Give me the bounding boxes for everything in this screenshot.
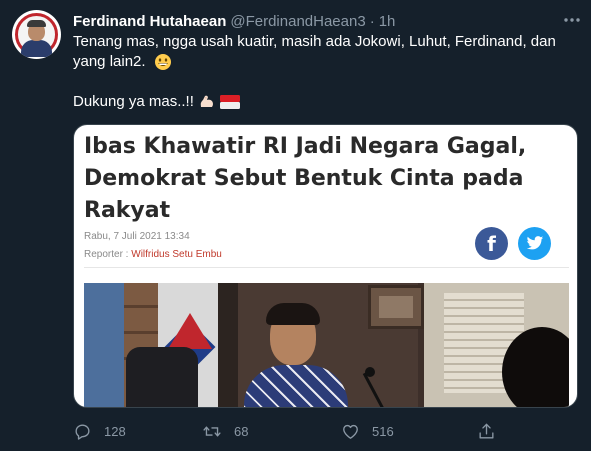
- photo-person-hair: [266, 303, 320, 325]
- photo-frame-inner: [379, 296, 413, 318]
- photo-curtain: [218, 283, 238, 407]
- article-photo: [84, 283, 569, 407]
- flexed-biceps-emoji: [200, 95, 213, 107]
- twitter-share-button[interactable]: [518, 227, 551, 260]
- photo-mic-head: [365, 367, 375, 377]
- photo-wall: [84, 283, 124, 407]
- card-date: Rabu, 7 Juli 2021 13:34: [84, 231, 190, 242]
- author-display-name[interactable]: Ferdinand Hutahaean: [73, 13, 226, 30]
- photo-frame: [368, 285, 424, 329]
- tweet-text-line2-wrap: yang lain2.: [73, 52, 573, 72]
- avatar[interactable]: [12, 10, 61, 59]
- grinning-face-emoji: [154, 54, 171, 71]
- facebook-icon: f: [487, 231, 496, 256]
- like-button[interactable]: 516: [341, 420, 394, 442]
- retweet-icon: [203, 425, 221, 437]
- card-reporter-name[interactable]: Wilfridus Setu Embu: [131, 249, 222, 260]
- card-reporter: Reporter : Wilfridus Setu Embu: [84, 249, 222, 260]
- photo-shelf: [124, 331, 158, 334]
- author-handle[interactable]: @FerdinandHaean3: [230, 13, 365, 30]
- reply-icon: [75, 423, 90, 440]
- photo-banner-red: [168, 313, 212, 349]
- card-reporter-label: Reporter :: [84, 249, 132, 260]
- link-card[interactable]: Ibas Khawatir RI Jadi Negara Gagal, Demo…: [73, 124, 578, 408]
- photo-chair: [126, 347, 198, 407]
- reply-count: 128: [104, 423, 126, 439]
- more-options-button[interactable]: [562, 10, 582, 30]
- more-icon: [564, 18, 580, 22]
- tweet-text-line1: Tenang mas, ngga usah kuatir, masih ada …: [73, 33, 556, 50]
- tweet-text-para2: Dukung ya mas..!!: [73, 92, 240, 112]
- tweet-text-line2: yang lain2.: [73, 53, 146, 70]
- retweet-button[interactable]: 68: [202, 420, 248, 442]
- heart-icon: [343, 424, 358, 439]
- avatar-hair: [27, 20, 46, 27]
- tweet[interactable]: Ferdinand Hutahaean @FerdinandHaean3 · 1…: [0, 0, 591, 451]
- tweet-actions: 128 68 516: [73, 420, 513, 442]
- separator-dot: ·: [369, 12, 375, 30]
- retweet-count: 68: [234, 423, 249, 439]
- like-count: 516: [372, 423, 394, 439]
- share-button[interactable]: [477, 420, 508, 442]
- photo-shelf: [124, 305, 158, 308]
- tweet-text: Tenang mas, ngga usah kuatir, masih ada …: [73, 32, 573, 72]
- card-divider: [84, 267, 569, 268]
- timestamp[interactable]: 1h: [379, 13, 396, 30]
- share-icon: [479, 423, 494, 439]
- reply-button[interactable]: 128: [73, 420, 126, 442]
- facebook-share-button[interactable]: f: [475, 227, 508, 260]
- avatar-shirt: [21, 40, 52, 57]
- card-headline[interactable]: Ibas Khawatir RI Jadi Negara Gagal, Demo…: [84, 131, 564, 227]
- twitter-icon: [526, 236, 543, 250]
- tweet-header: Ferdinand Hutahaean @FerdinandHaean3 · 1…: [73, 12, 395, 30]
- tweet-text-para2-text: Dukung ya mas..!!: [73, 93, 194, 110]
- indonesia-flag-emoji: [219, 95, 240, 109]
